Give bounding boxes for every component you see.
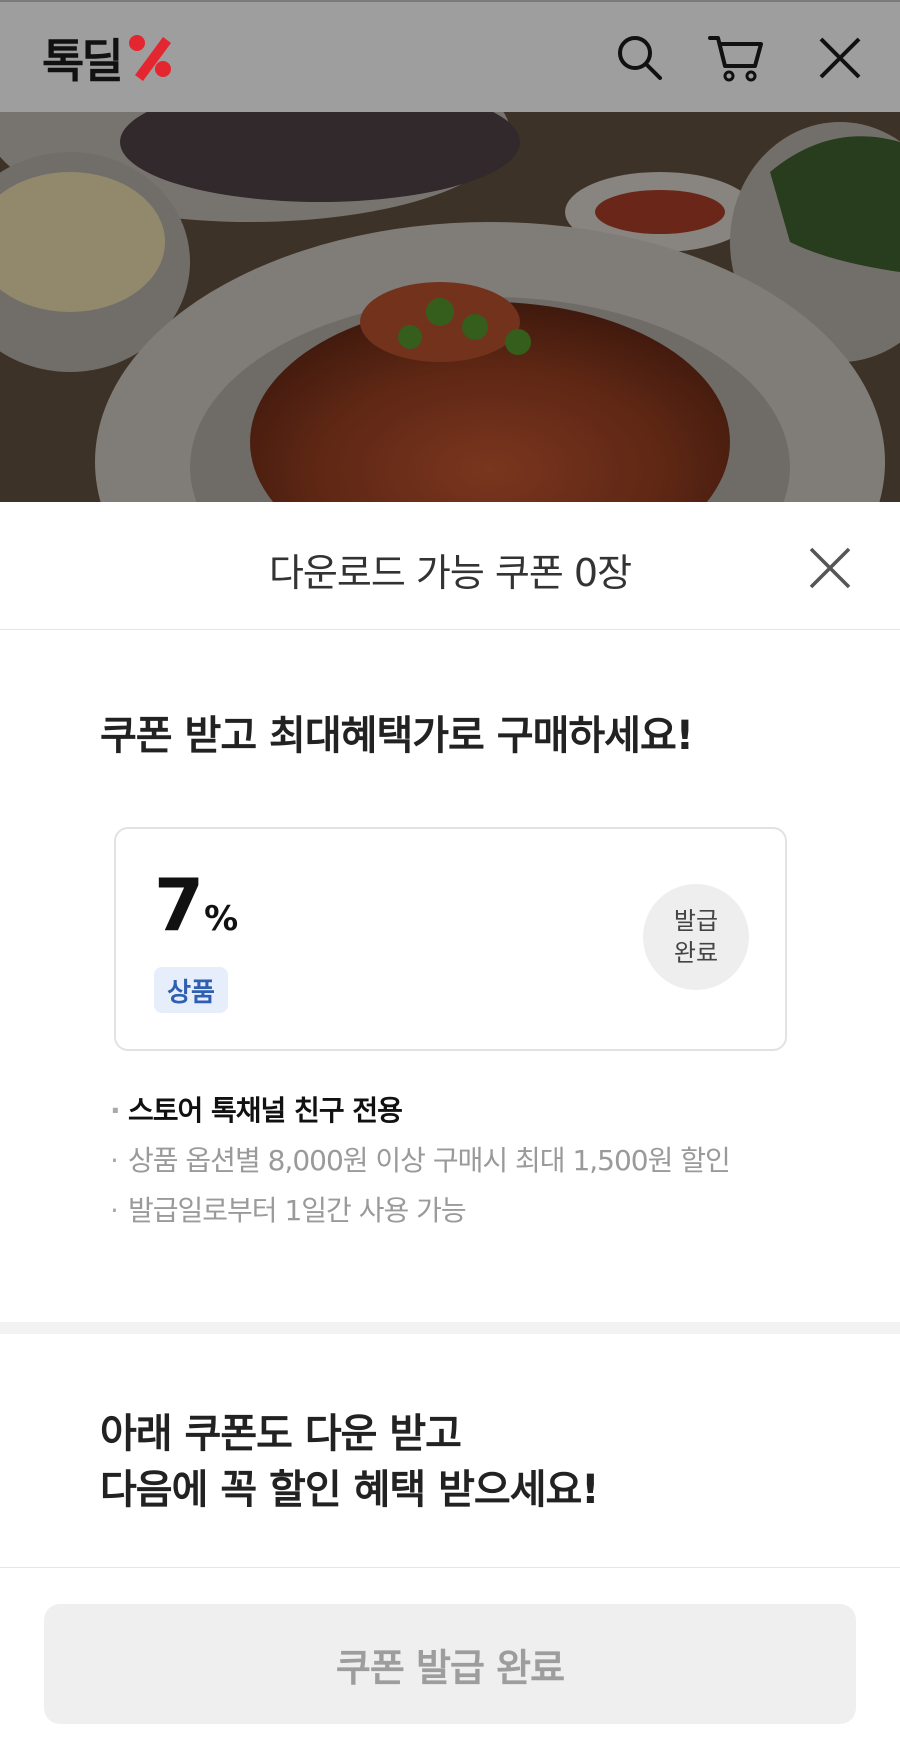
sheet-header: 다운로드 가능 쿠폰 0장 — [0, 502, 900, 630]
issued-status-badge: 발급 완료 — [643, 884, 749, 990]
coupon-card[interactable]: 7 % 상품 발급 완료 — [114, 827, 787, 1051]
sheet-title: 다운로드 가능 쿠폰 0장 — [268, 551, 632, 595]
condition-item: 상품 옵션별 8,000원 이상 구매시 최대 1,500원 할인 — [108, 1136, 808, 1186]
close-icon[interactable] — [812, 30, 868, 86]
cart-icon[interactable] — [708, 30, 764, 86]
section-title-line: 아래 쿠폰도 다운 받고 — [100, 1411, 462, 1457]
coupon-type-badge: 상품 — [154, 967, 228, 1013]
coupon-conditions: 스토어 톡채널 친구 전용 상품 옵션별 8,000원 이상 구매시 최대 1,… — [108, 1086, 808, 1236]
discount-rate-value: 7 — [154, 863, 204, 947]
percent-mark-icon — [125, 31, 175, 85]
top-app-bar: 톡딜 — [0, 0, 900, 112]
issued-status-line1: 발급 — [673, 907, 719, 935]
section-title-line: 다음에 꼭 할인 혜택 받으세요! — [100, 1467, 600, 1513]
logo-text: 톡딜 — [42, 34, 124, 88]
talkdeal-logo[interactable]: 톡딜 — [42, 28, 175, 88]
discount-rate-unit: % — [204, 899, 239, 939]
section-divider — [0, 1322, 900, 1334]
close-icon[interactable] — [802, 540, 858, 596]
coupon-issued-button[interactable]: 쿠폰 발급 완료 — [44, 1604, 856, 1724]
search-icon[interactable] — [612, 30, 668, 86]
section-title-more-coupons: 아래 쿠폰도 다운 받고 다음에 꼭 할인 혜택 받으세요! — [100, 1406, 600, 1518]
issued-status-line2: 완료 — [673, 939, 719, 967]
condition-item: 발급일로부터 1일간 사용 가능 — [108, 1186, 808, 1236]
section-title: 쿠폰 받고 최대혜택가로 구매하세요! — [100, 713, 694, 759]
discount-rate: 7 % — [154, 863, 238, 947]
product-image — [0, 112, 900, 502]
condition-item: 스토어 톡채널 친구 전용 — [108, 1086, 808, 1136]
coupon-download-page: 톡딜 다운로드 가능 쿠폰 0장 쿠폰 받고 최대혜택가로 구매하세요! 7 %… — [0, 0, 900, 1755]
sheet-footer: 쿠폰 발급 완료 — [0, 1567, 900, 1755]
